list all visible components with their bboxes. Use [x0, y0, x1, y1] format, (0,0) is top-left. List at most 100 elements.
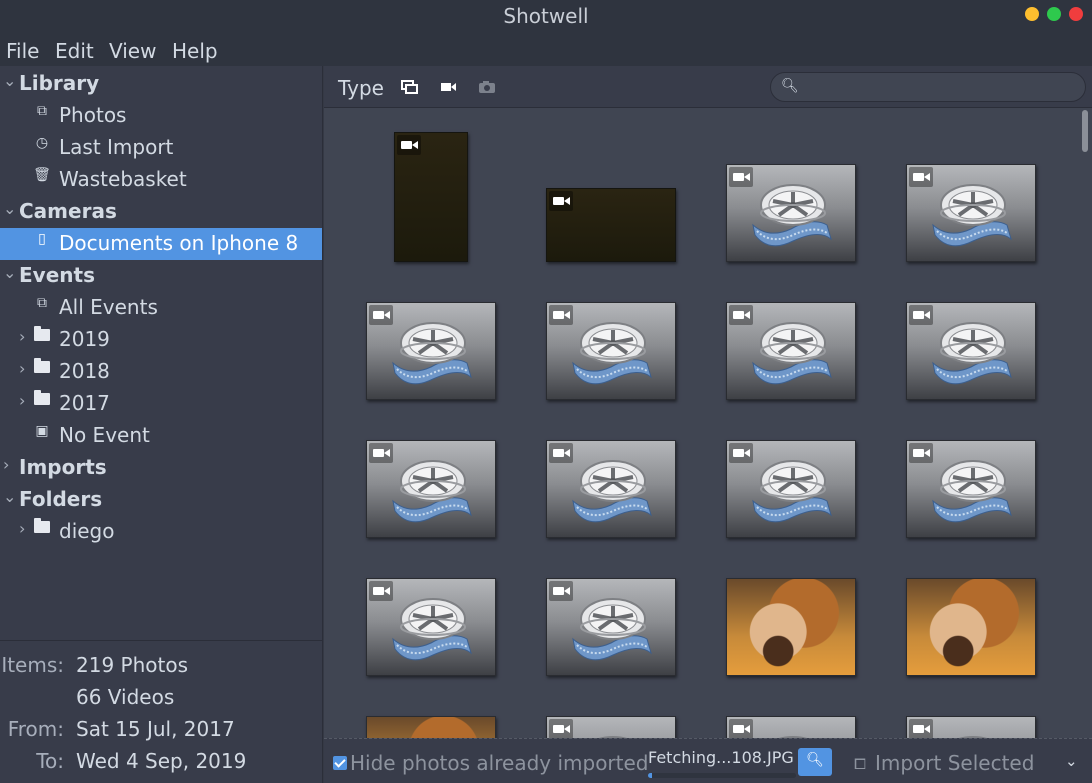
video-badge-icon — [729, 719, 753, 738]
sidebar-item-all-events[interactable]: ⧉ All Events — [0, 292, 322, 324]
video-badge-icon — [549, 443, 573, 463]
hide-imported-label[interactable]: Hide photos already imported — [350, 751, 649, 775]
video-thumbnail[interactable] — [366, 440, 496, 538]
sidebar-item-diego[interactable]: › diego — [0, 516, 322, 548]
search-icon: 🔍︎ — [806, 752, 824, 768]
sidebar-item-no-event[interactable]: ▣ No Event — [0, 420, 322, 452]
film-reel-icon — [749, 731, 833, 738]
video-badge-icon — [369, 305, 393, 325]
video-badge-icon — [549, 191, 573, 211]
video-thumbnail[interactable] — [726, 302, 856, 400]
sidebar-header-label: Folders — [19, 487, 103, 511]
video-thumbnail[interactable] — [366, 302, 496, 400]
sidebar: ⌄ Library ⧉ Photos ◷ Last Import 🗑 Waste… — [0, 66, 323, 640]
film-reel-icon — [569, 455, 653, 531]
sidebar-item-label: 2019 — [59, 327, 110, 351]
video-thumbnail[interactable] — [906, 716, 1036, 738]
film-reel-icon — [389, 593, 473, 669]
search-button[interactable]: 🔍︎ — [798, 748, 832, 776]
film-reel-icon — [569, 731, 653, 738]
menu-edit[interactable]: Edit — [55, 39, 94, 63]
video-thumbnail[interactable] — [366, 578, 496, 676]
sidebar-item-last-import[interactable]: ◷ Last Import — [0, 132, 322, 164]
photo-thumbnail[interactable] — [726, 578, 856, 676]
video-badge-icon — [729, 443, 753, 463]
photo-thumbnail[interactable] — [906, 578, 1036, 676]
all-media-filter-icon[interactable] — [400, 78, 420, 96]
chevron-down-icon[interactable]: ⌄ — [3, 263, 16, 282]
import-selected-button[interactable]: Import Selected — [875, 751, 1034, 775]
video-thumbnail[interactable] — [546, 302, 676, 400]
close-button[interactable] — [1069, 7, 1083, 21]
chevron-right-icon[interactable]: › — [19, 519, 25, 538]
from-date: Sat 15 Jul, 2017 — [76, 717, 235, 741]
sidebar-events-header[interactable]: ⌄ Events — [0, 260, 322, 292]
chevron-right-icon[interactable]: › — [3, 455, 9, 474]
phone-icon: ▯ — [38, 231, 46, 247]
video-thumbnail[interactable] — [394, 132, 468, 262]
sidebar-item-wastebasket[interactable]: 🗑 Wastebasket — [0, 164, 322, 196]
chevron-right-icon[interactable]: › — [19, 391, 25, 410]
film-reel-icon — [929, 731, 1013, 738]
film-reel-icon — [929, 179, 1013, 255]
folder-icon — [33, 326, 51, 343]
video-badge-icon — [369, 581, 393, 601]
items-label: Items: — [1, 653, 64, 677]
chevron-right-icon[interactable]: › — [19, 327, 25, 346]
calendar-icon: ▣ — [35, 423, 49, 439]
menu-help[interactable]: Help — [172, 39, 218, 63]
film-reel-icon — [749, 179, 833, 255]
sidebar-imports-header[interactable]: › Imports — [0, 452, 322, 484]
sidebar-library-header[interactable]: ⌄ Library — [0, 68, 322, 100]
video-thumbnail[interactable] — [906, 302, 1036, 400]
video-thumbnail[interactable] — [906, 164, 1036, 262]
photo-filter-icon[interactable] — [477, 78, 497, 96]
minimize-button[interactable] — [1025, 7, 1039, 21]
search-icon: 🔍︎ — [781, 78, 799, 94]
video-thumbnail[interactable] — [546, 716, 676, 738]
video-thumbnail[interactable] — [546, 440, 676, 538]
folder-icon — [33, 518, 51, 535]
video-thumbnail[interactable] — [546, 578, 676, 676]
sidebar-item-label: No Event — [59, 423, 150, 447]
chevron-down-icon[interactable]: ⌄ — [3, 199, 16, 218]
sidebar-item-2019[interactable]: › 2019 — [0, 324, 322, 356]
video-thumbnail[interactable] — [906, 440, 1036, 538]
search-field[interactable]: 🔍︎ — [770, 72, 1086, 102]
sidebar-item-photos[interactable]: ⧉ Photos — [0, 100, 322, 132]
sidebar-item-2017[interactable]: › 2017 — [0, 388, 322, 420]
chevron-down-icon[interactable]: ⌄ — [3, 487, 16, 506]
sidebar-item-label: 2018 — [59, 359, 110, 383]
chevron-right-icon[interactable]: › — [19, 359, 25, 378]
video-badge-icon — [369, 443, 393, 463]
videos-count: 66 Videos — [76, 685, 175, 709]
sidebar-item-iphone[interactable]: ▯ Documents on Iphone 8 — [0, 228, 322, 260]
maximize-button[interactable] — [1047, 7, 1061, 21]
video-thumbnail[interactable] — [726, 164, 856, 262]
fetching-status: Fetching...108.JPG — [648, 748, 794, 767]
sidebar-cameras-header[interactable]: ⌄ Cameras — [0, 196, 322, 228]
video-filter-icon[interactable] — [438, 78, 458, 96]
chevron-down-icon[interactable]: ⌄ — [3, 71, 16, 90]
to-date: Wed 4 Sep, 2019 — [76, 749, 247, 773]
hide-imported-checkbox[interactable] — [333, 756, 347, 770]
video-badge-icon — [549, 581, 573, 601]
photo-thumbnail[interactable] — [366, 716, 496, 738]
video-thumbnail[interactable] — [726, 716, 856, 738]
menu-view[interactable]: View — [109, 39, 156, 63]
video-thumbnail[interactable] — [546, 188, 676, 262]
video-badge-icon — [549, 719, 573, 738]
trash-icon: 🗑 — [33, 167, 51, 183]
sidebar-item-label: Wastebasket — [59, 167, 187, 191]
type-label: Type — [338, 76, 384, 100]
chevron-down-icon[interactable]: ⌄ — [1065, 752, 1078, 770]
sidebar-folders-header[interactable]: ⌄ Folders — [0, 484, 322, 516]
video-badge-icon — [909, 167, 933, 187]
video-thumbnail[interactable] — [726, 440, 856, 538]
toolbar: Type 🔍︎ — [324, 66, 1092, 108]
sidebar-item-2018[interactable]: › 2018 — [0, 356, 322, 388]
menu-file[interactable]: File — [6, 39, 39, 63]
video-badge-icon — [729, 305, 753, 325]
sidebar-header-label: Library — [19, 71, 100, 95]
vertical-scrollbar[interactable] — [1082, 110, 1088, 152]
